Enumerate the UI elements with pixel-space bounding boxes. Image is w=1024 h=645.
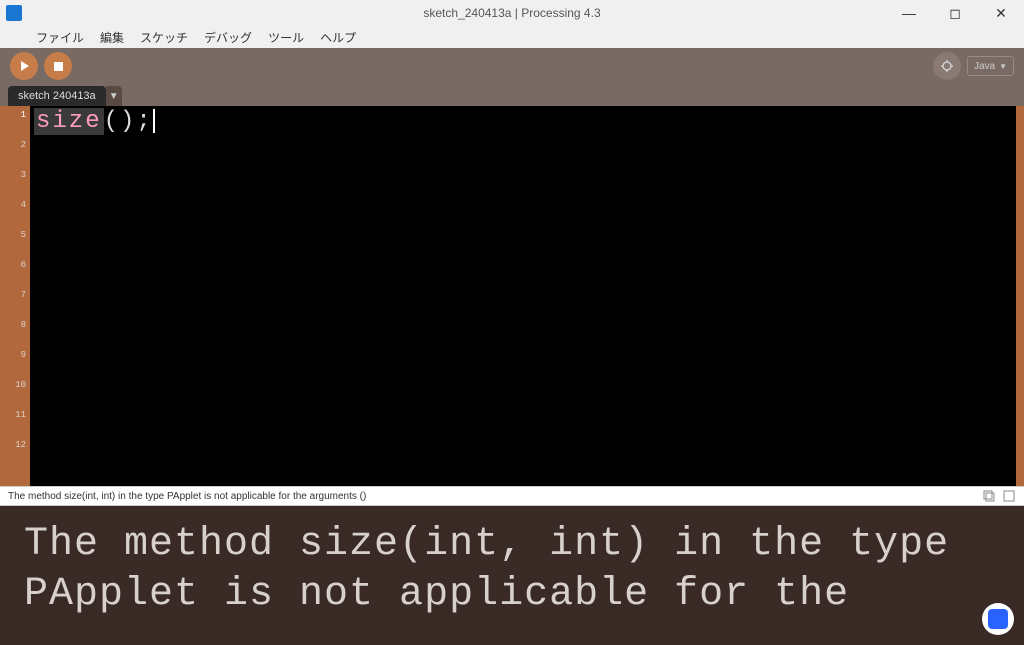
titlebar: sketch_240413a | Processing 4.3 — ◻ ✕ [0,0,1024,26]
editor-area: 1 2 3 4 5 6 7 8 9 10 11 12 size(); [0,106,1024,486]
app-icon [6,5,22,21]
menu-debug[interactable]: デバッグ [196,29,260,46]
menu-edit[interactable]: 編集 [92,29,132,46]
gutter-line: 7 [8,290,30,320]
status-icons [982,489,1016,503]
badge-icon [988,609,1008,629]
gutter-line: 10 [8,380,30,410]
window-title: sketch_240413a | Processing 4.3 [423,6,600,20]
console-output: The method size(int, int) in the type PA… [24,520,1000,620]
gutter-line: 9 [8,350,30,380]
help-badge[interactable] [982,603,1014,635]
gutter-line: 12 [8,440,30,470]
gutter-line: 5 [8,230,30,260]
console[interactable]: The method size(int, int) in the type PA… [0,506,1024,645]
tab-dropdown[interactable]: ▼ [106,86,122,106]
gutter-line: 3 [8,170,30,200]
menu-help[interactable]: ヘルプ [312,29,364,46]
code-token-rest: (); [104,108,153,135]
gutter-line: 11 [8,410,30,440]
expand-icon[interactable] [1002,489,1016,503]
minimize-button[interactable]: — [886,0,932,26]
gutter-line: 2 [8,140,30,170]
play-icon [21,61,29,71]
sketch-tab[interactable]: sketch 240413a [8,86,106,106]
stop-icon [54,62,63,71]
text-cursor [153,109,155,133]
mode-label: Java [974,61,995,72]
maximize-button[interactable]: ◻ [932,0,978,26]
code-token-func: size [34,108,104,135]
stop-button[interactable] [44,52,72,80]
statusbar: The method size(int, int) in the type PA… [0,486,1024,506]
close-button[interactable]: ✕ [978,0,1024,26]
gutter-line: 8 [8,320,30,350]
copy-icon[interactable] [982,489,996,503]
run-button[interactable] [10,52,38,80]
menu-sketch[interactable]: スケッチ [132,29,196,46]
gutter-line: 1 [8,110,30,140]
menubar: ファイル 編集 スケッチ デバッグ ツール ヘルプ [0,26,1024,48]
status-message: The method size(int, int) in the type PA… [8,491,982,502]
mode-selector[interactable]: Java ▼ [967,56,1014,76]
line-gutter: 1 2 3 4 5 6 7 8 9 10 11 12 [8,106,30,486]
toolbar: Java ▼ [0,48,1024,84]
menu-tools[interactable]: ツール [260,29,312,46]
menu-file[interactable]: ファイル [28,29,92,46]
bug-icon [940,59,954,73]
debug-button[interactable] [933,52,961,80]
chevron-down-icon: ▼ [999,62,1007,71]
code-line: size(); [34,108,1012,137]
window-controls: — ◻ ✕ [886,0,1024,26]
tabbar: sketch 240413a ▼ [0,84,1024,106]
code-editor[interactable]: size(); [30,106,1016,486]
gutter-line: 4 [8,200,30,230]
gutter-line: 6 [8,260,30,290]
